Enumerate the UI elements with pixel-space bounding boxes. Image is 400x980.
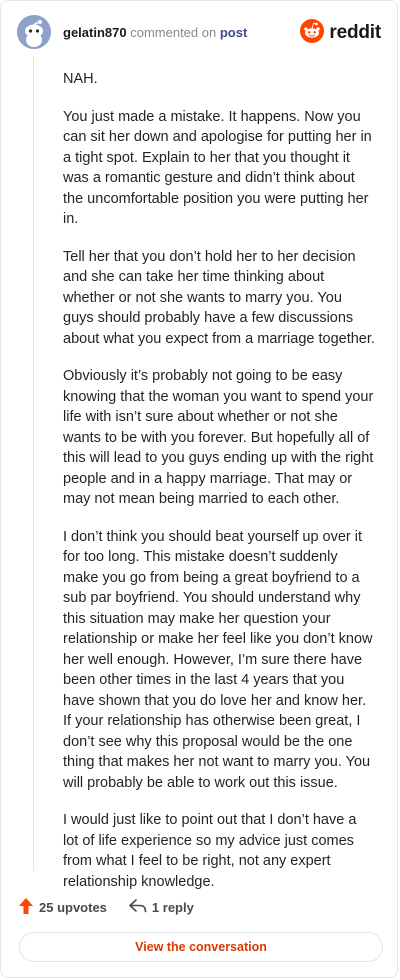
view-conversation-button[interactable]: View the conversation [19,932,383,962]
comment-paragraph: You just made a mistake. It happens. Now… [63,108,372,228]
reply-button[interactable]: 1 reply [129,898,194,916]
post-link[interactable]: post [220,25,247,40]
username-link[interactable]: gelatin870 [63,25,127,40]
reddit-wordmark: reddit [329,22,381,43]
thread-line [33,56,34,871]
reddit-logo-icon [300,18,325,48]
comment-card: gelatin870 commented on post reddit NAH.… [0,0,398,978]
comment-paragraph: NAH. [63,71,98,87]
action-text: commented on [130,25,217,40]
comment-paragraph: Obviously it’s probably not going to be … [63,368,374,507]
comment-body: NAH. You just made a mistake. It happens… [63,69,375,909]
comment-paragraph: I would just like to point out that I do… [63,812,357,890]
comment-footer: 25 upvotes 1 reply [19,895,194,919]
upvote-count: 25 upvotes [39,899,107,915]
reply-count: 1 reply [151,899,194,915]
comment-paragraph: Tell her that you don’t hold her to her … [63,248,375,347]
comment-header: gelatin870 commented on post reddit [17,15,381,51]
reply-arrow-icon [129,898,147,916]
upvote-arrow-icon [19,897,33,917]
upvote-button[interactable]: 25 upvotes [19,897,107,917]
snoo-avatar-icon[interactable] [17,15,51,49]
reddit-brand[interactable]: reddit [300,18,381,48]
comment-meta: gelatin870 commented on post [63,25,247,40]
comment-paragraph: I don’t think you should beat yourself u… [63,528,373,791]
